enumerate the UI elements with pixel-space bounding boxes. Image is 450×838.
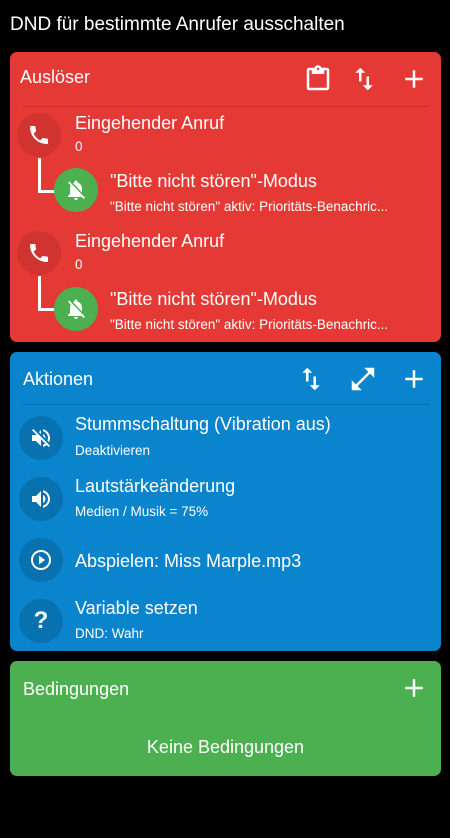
action-label: Lautstärkeänderung xyxy=(75,476,236,496)
page-title: DND für bestimmte Anrufer ausschalten xyxy=(10,14,345,35)
action-detail: DND: Wahr xyxy=(75,626,144,641)
play-circle-icon xyxy=(19,538,63,582)
empty-conditions-text: Keine Bedingungen xyxy=(146,737,305,757)
action-label: Variable setzen xyxy=(75,598,198,618)
triggers-card: Auslöser Eingehender Anruf 0 "Bitte nich… xyxy=(10,52,441,342)
reorder-icon[interactable] xyxy=(349,64,379,94)
actions-card: Aktionen Stummschaltung (Vibration aus) … xyxy=(10,352,441,651)
constraint-detail: "Bitte nicht stören" aktiv: Prioritäts-B… xyxy=(110,199,389,214)
bell-off-icon xyxy=(54,168,98,212)
conditions-title: Bedingungen xyxy=(23,679,130,699)
action-label: Stummschaltung (Vibration aus) xyxy=(75,414,331,434)
question-glyph: ? xyxy=(33,607,49,634)
constraint-detail: "Bitte nicht stören" aktiv: Prioritäts-B… xyxy=(110,317,389,332)
constraint-label: "Bitte nicht stören"-Modus xyxy=(110,171,317,191)
conditions-card: Bedingungen Keine Bedingungen xyxy=(10,661,441,776)
trigger-label: Eingehender Anruf xyxy=(75,231,225,251)
expand-icon[interactable] xyxy=(348,364,378,394)
add-condition-icon[interactable] xyxy=(399,673,429,703)
action-detail: Deaktivieren xyxy=(75,443,151,458)
triggers-title: Auslöser xyxy=(20,67,91,87)
add-action-icon[interactable] xyxy=(399,364,429,394)
constraint-label: "Bitte nicht stören"-Modus xyxy=(110,289,317,309)
trigger-detail: 0 xyxy=(75,139,83,154)
trigger-detail: 0 xyxy=(75,257,83,272)
reorder-icon[interactable] xyxy=(296,364,326,394)
phone-icon xyxy=(17,113,61,157)
app-title-bar: DND für bestimmte Anrufer ausschalten xyxy=(0,0,450,50)
action-detail: Medien / Musik = 75% xyxy=(75,504,209,519)
add-trigger-icon[interactable] xyxy=(399,64,429,94)
actions-title: Aktionen xyxy=(23,369,94,389)
action-label: Abspielen: Miss Marple.mp3 xyxy=(75,551,302,571)
volume-up-icon xyxy=(19,477,63,521)
clipboard-icon[interactable] xyxy=(303,64,333,94)
phone-icon xyxy=(17,231,61,275)
question-icon: ? xyxy=(19,599,63,643)
bell-off-icon xyxy=(54,287,98,331)
volume-off-icon xyxy=(19,416,63,460)
trigger-label: Eingehender Anruf xyxy=(75,113,225,133)
